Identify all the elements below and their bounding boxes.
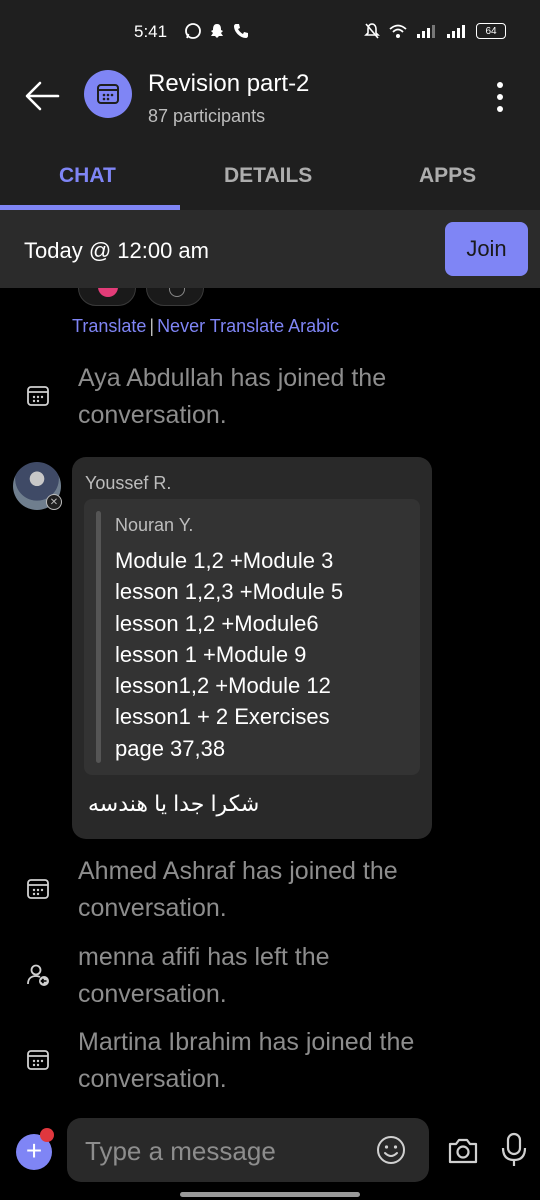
quote-sender: Nouran Y. <box>115 515 194 535</box>
battery-icon: 64 <box>476 23 506 39</box>
system-status-icons: 64 <box>364 22 506 40</box>
never-translate-link[interactable]: Never Translate Arabic <box>157 316 339 336</box>
add-reaction-icon <box>169 288 185 297</box>
group-title[interactable]: Revision part-2 <box>148 70 309 98</box>
wifi-icon <box>389 24 407 38</box>
microphone-icon[interactable] <box>500 1132 528 1168</box>
translate-link[interactable]: Translate <box>72 316 146 336</box>
reaction-pill[interactable] <box>78 288 136 306</box>
system-message-text: Martina Ibrahim has joined the conversat… <box>78 1028 415 1093</box>
meeting-time: Today @ 12:00 am <box>24 238 209 263</box>
message-text: شكرا جدا يا هندسه <box>88 791 260 816</box>
signal-icon <box>417 25 435 38</box>
calendar-icon <box>97 84 119 104</box>
snapchat-icon <box>211 24 223 38</box>
more-options-icon[interactable] <box>490 82 510 112</box>
calendar-icon <box>27 386 49 406</box>
system-message-text: Aya Abdullah has joined the conversation… <box>78 364 387 429</box>
calendar-icon <box>27 1050 49 1070</box>
camera-icon[interactable] <box>446 1134 480 1168</box>
back-arrow-icon[interactable] <box>22 76 62 116</box>
message-placeholder: Type a message <box>85 1136 276 1166</box>
battery-level: 64 <box>485 25 497 37</box>
tab-details[interactable]: DETAILS <box>224 164 312 188</box>
translate-row: Translate | Never Translate Arabic <box>72 316 339 337</box>
tab-bar: CHAT DETAILS APPS <box>0 144 540 210</box>
tab-chat[interactable]: CHAT <box>59 164 116 188</box>
message-sender: Youssef R. <box>85 473 172 493</box>
participant-count: 87 participants <box>148 106 266 126</box>
person-left-icon <box>27 964 49 986</box>
calendar-icon <box>27 879 49 899</box>
reaction-emoji-icon <box>98 288 118 297</box>
mute-bell-icon <box>364 23 380 39</box>
home-indicator <box>180 1192 360 1197</box>
status-bar: 5:41 64 <box>0 0 540 56</box>
signal-icon-2 <box>447 25 465 38</box>
status-offline-icon: ✕ <box>46 494 62 510</box>
system-message-text: Ahmed Ashraf has joined the conversation… <box>78 857 398 922</box>
message-bubble[interactable]: Youssef R. Nouran Y. Module 1,2 +Module … <box>72 457 432 839</box>
chat-messages[interactable]: Translate | Never Translate Arabic Aya Abd… <box>0 288 540 1110</box>
add-reaction-pill[interactable] <box>146 288 204 306</box>
whatsapp-icon <box>185 23 201 39</box>
phone-call-icon <box>234 24 248 38</box>
notification-badge <box>40 1128 54 1142</box>
tab-apps[interactable]: APPS <box>419 164 476 188</box>
quoted-message[interactable]: Nouran Y. Module 1,2 +Module 3 lesson 1,… <box>84 499 420 775</box>
notification-icons <box>184 22 250 40</box>
emoji-icon[interactable] <box>375 1134 407 1166</box>
compose-bar: + Type a message <box>0 1110 540 1200</box>
group-avatar[interactable] <box>84 70 132 118</box>
meeting-banner: Today @ 12:00 am Join <box>0 210 540 288</box>
status-time: 5:41 <box>134 22 168 41</box>
translate-separator: | <box>149 316 155 336</box>
quote-text: Module 1,2 +Module 3 lesson 1,2,3 +Modul… <box>115 548 344 761</box>
join-button[interactable]: Join <box>445 222 528 276</box>
system-message-text: menna afifi has left the conversation. <box>78 943 330 1008</box>
message-input[interactable]: Type a message <box>67 1118 429 1182</box>
quote-bar <box>96 511 101 763</box>
chat-header: Revision part-2 87 participants <box>0 56 540 144</box>
